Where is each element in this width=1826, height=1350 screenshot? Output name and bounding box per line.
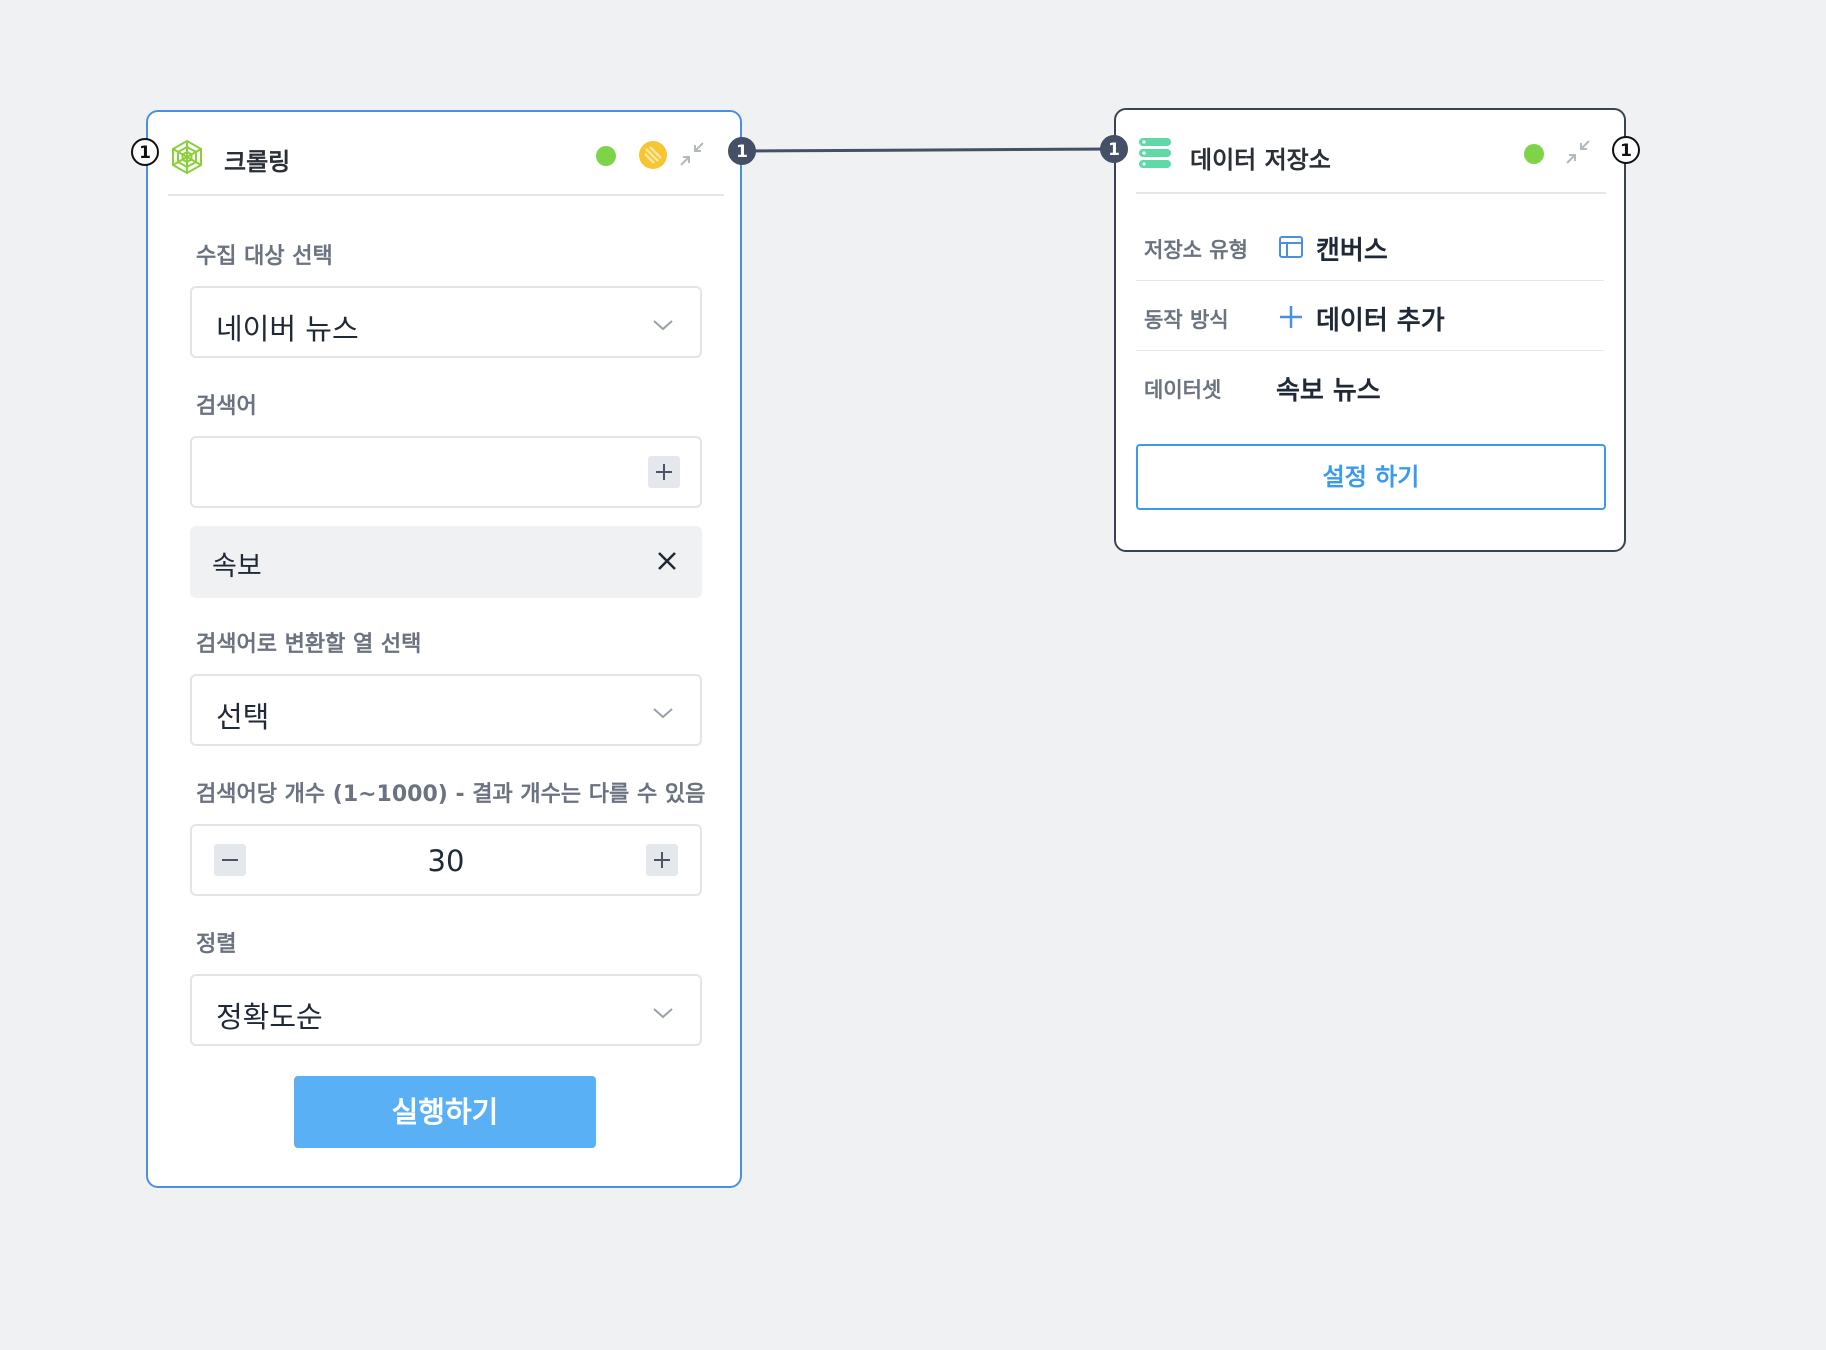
- dataset-label: 데이터셋: [1144, 378, 1222, 402]
- crawling-output-port[interactable]: 1: [728, 137, 756, 165]
- collapse-icon[interactable]: [1564, 138, 1592, 166]
- header-divider: [168, 194, 724, 196]
- column-field-label: 검색어로 변환할 열 선택: [196, 632, 422, 657]
- count-stepper[interactable]: 30: [190, 824, 702, 896]
- storage-type-value: 캔버스: [1316, 236, 1388, 266]
- close-icon[interactable]: [654, 548, 680, 574]
- storage-type-label: 저장소 유형: [1144, 238, 1248, 262]
- sort-select[interactable]: 정확도순: [190, 974, 702, 1046]
- action-mode-value: 데이터 추가: [1316, 306, 1445, 336]
- crawling-node-title: 크롤링: [224, 148, 291, 176]
- crawling-node-header[interactable]: 크롤링: [148, 112, 740, 196]
- count-value[interactable]: 30: [192, 844, 700, 878]
- action-mode-label: 동작 방식: [1144, 308, 1229, 332]
- row-divider: [1136, 350, 1604, 351]
- target-field-label: 수집 대상 선택: [196, 244, 333, 269]
- increment-button[interactable]: [646, 844, 678, 876]
- chevron-down-icon: [653, 320, 673, 331]
- crawling-input-port[interactable]: 1: [131, 138, 159, 166]
- column-select-value: 선택: [216, 700, 270, 734]
- plus-icon: [656, 464, 672, 480]
- storage-node-title: 데이터 저장소: [1190, 146, 1331, 174]
- database-icon: [1138, 136, 1172, 170]
- chevron-down-icon: [653, 708, 673, 719]
- storage-node-header[interactable]: 데이터 저장소: [1116, 110, 1624, 194]
- chevron-down-icon: [653, 1008, 673, 1019]
- dataset-value: 속보 뉴스: [1276, 376, 1381, 406]
- avatar-icon[interactable]: [638, 140, 668, 170]
- status-indicator: [596, 146, 616, 166]
- keyword-tag-label: 속보: [212, 551, 262, 582]
- plus-icon: [1278, 304, 1304, 330]
- add-keyword-button[interactable]: [648, 456, 680, 488]
- spider-web-icon: [168, 138, 206, 176]
- sort-field-label: 정렬: [196, 932, 237, 957]
- storage-output-port[interactable]: 1: [1612, 136, 1640, 164]
- data-storage-node[interactable]: 데이터 저장소 저장소 유형 캔버스 동작 방식 데이터 추가 데이터셋 속보 …: [1114, 108, 1626, 552]
- keyword-tag: 속보: [190, 526, 702, 598]
- target-select-value: 네이버 뉴스: [216, 312, 359, 346]
- plus-icon: [654, 852, 670, 868]
- collapse-icon[interactable]: [678, 140, 706, 168]
- crawling-node[interactable]: 크롤링 수집 대상 선택 네이버 뉴스 검색어 속보 검색어로 변환할 열 선택…: [146, 110, 742, 1188]
- header-divider: [1136, 192, 1606, 194]
- target-select[interactable]: 네이버 뉴스: [190, 286, 702, 358]
- status-indicator: [1524, 144, 1544, 164]
- keyword-field-label: 검색어: [196, 394, 257, 419]
- keyword-input[interactable]: [190, 436, 702, 508]
- run-button[interactable]: 실행하기: [294, 1076, 596, 1148]
- row-divider: [1136, 280, 1604, 281]
- column-select[interactable]: 선택: [190, 674, 702, 746]
- table-icon: [1278, 234, 1304, 260]
- sort-select-value: 정확도순: [216, 1000, 323, 1034]
- count-field-label: 검색어당 개수 (1~1000) - 결과 개수는 다를 수 있음: [196, 782, 706, 807]
- settings-button[interactable]: 설정 하기: [1136, 444, 1606, 510]
- storage-input-port[interactable]: 1: [1100, 135, 1128, 163]
